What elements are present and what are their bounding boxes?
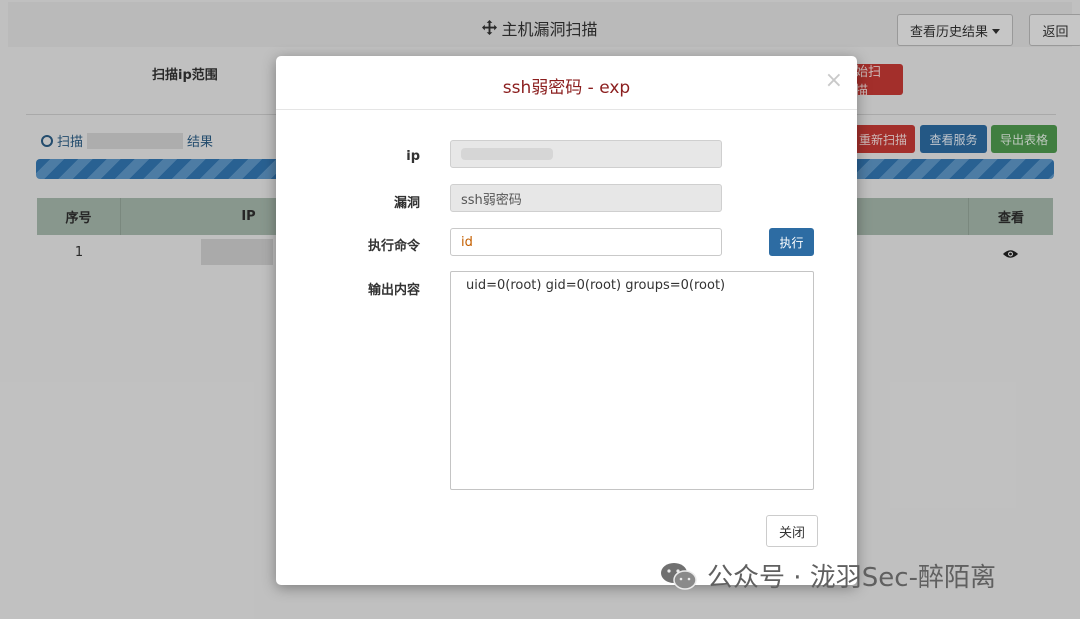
modal-header: ssh弱密码 - exp × — [276, 56, 857, 110]
wechat-icon — [659, 561, 699, 591]
close-icon[interactable]: × — [825, 70, 843, 92]
redacted-ip — [461, 148, 553, 160]
vuln-label: 漏洞 — [393, 196, 420, 211]
close-button[interactable]: 关闭 — [766, 515, 818, 547]
ip-field — [450, 140, 722, 168]
watermark-text: 公众号 · 泷羽Sec-醉陌离 — [707, 563, 996, 593]
output-label: 输出内容 — [367, 283, 420, 298]
vuln-field: ssh弱密码 — [450, 184, 722, 212]
modal-title: ssh弱密码 - exp — [502, 78, 631, 98]
command-label: 执行命令 — [367, 239, 420, 254]
exp-modal: ssh弱密码 - exp × ip 漏洞 ssh弱密码 执行命令 id 执行 输… — [276, 56, 857, 585]
output-textarea[interactable]: uid=0(root) gid=0(root) groups=0(root) — [450, 271, 814, 490]
watermark: 公众号 · 泷羽Sec-醉陌离 — [659, 557, 996, 594]
execute-button[interactable]: 执行 — [769, 228, 814, 256]
ip-label: ip — [406, 149, 420, 164]
command-input[interactable]: id — [450, 228, 722, 256]
